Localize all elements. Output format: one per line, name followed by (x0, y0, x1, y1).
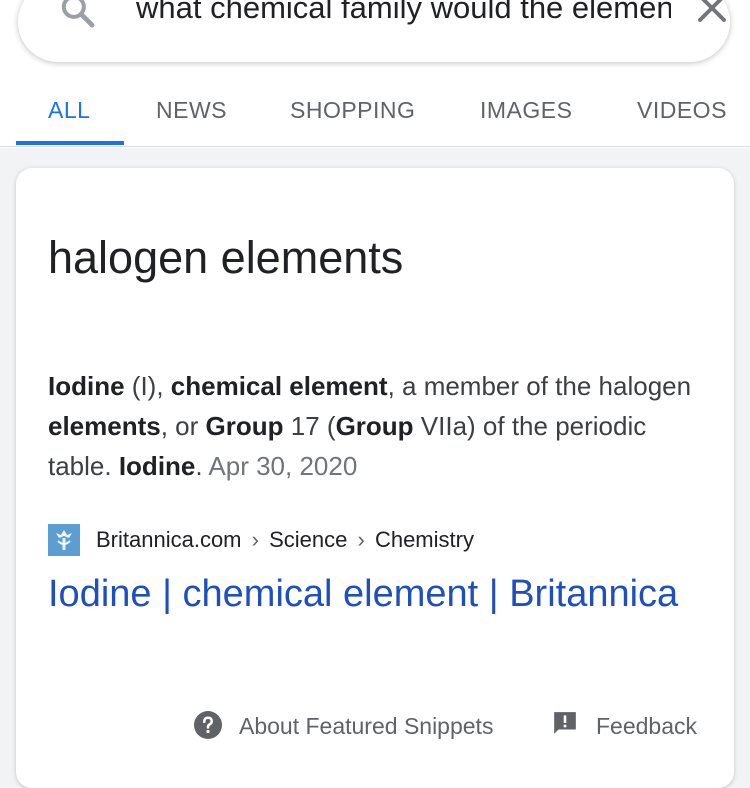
breadcrumb-separator: › (357, 527, 365, 552)
tab-videos[interactable]: VIDEOS (637, 88, 727, 146)
search-input[interactable] (136, 0, 671, 28)
breadcrumb-item: Science (269, 527, 348, 552)
snippet-text: Iodine (I), chemical element, a member o… (48, 366, 708, 486)
snippet-bold-term: Group (335, 411, 414, 441)
feedback-icon (554, 712, 576, 734)
about-featured-snippets-label: About Featured Snippets (239, 713, 494, 739)
snippet-bold-term: Iodine (118, 451, 196, 481)
header-divider (0, 146, 750, 147)
snippet-footer: About Featured Snippets Feedback (16, 706, 734, 746)
snippet-segment: , or (160, 411, 206, 441)
feedback-label: Feedback (596, 713, 698, 739)
tab-shopping[interactable]: SHOPPING (290, 88, 415, 146)
help-circle-icon (194, 711, 222, 739)
snippet-date: Apr 30, 2020 (208, 451, 358, 481)
snippet-segment: , a member of the halogen (387, 371, 692, 401)
featured-snippet-card: halogen elements Iodine (I), chemical el… (16, 168, 734, 788)
snippet-segment: . (195, 451, 209, 481)
snippet-bold-term: Group (205, 411, 284, 441)
tab-all[interactable]: ALL (48, 88, 90, 146)
snippet-bold-term: Iodine (48, 371, 125, 401)
search-tabs: ALL NEWS SHOPPING IMAGES VIDEOS (0, 88, 750, 148)
search-icon[interactable] (58, 0, 98, 31)
snippet-bold-term: chemical element (170, 371, 388, 401)
breadcrumb[interactable]: Britannica.com › Science › Chemistry (96, 524, 474, 556)
active-tab-indicator (16, 141, 124, 145)
snippet-body: Iodine (I), chemical element, a member o… (48, 371, 691, 481)
search-bar[interactable] (18, 0, 730, 62)
snippet-segment: 17 ( (283, 411, 336, 441)
result-title-link[interactable]: Iodine | chemical element | Britannica (48, 566, 688, 622)
tab-images[interactable]: IMAGES (480, 88, 572, 146)
breadcrumb-separator: › (251, 527, 259, 552)
close-icon[interactable] (694, 0, 730, 26)
snippet-segment: (I), (124, 371, 171, 401)
snippet-bold-term: elements (48, 411, 161, 441)
search-header: ALL NEWS SHOPPING IMAGES VIDEOS (0, 0, 750, 148)
breadcrumb-item: Chemistry (374, 527, 474, 552)
breadcrumb-site: Britannica.com (96, 527, 242, 552)
tab-news[interactable]: NEWS (156, 88, 227, 146)
source-row[interactable]: Britannica.com › Science › Chemistry (48, 524, 708, 556)
answer-title: halogen elements (48, 232, 404, 283)
britannica-thistle-icon (48, 524, 80, 556)
